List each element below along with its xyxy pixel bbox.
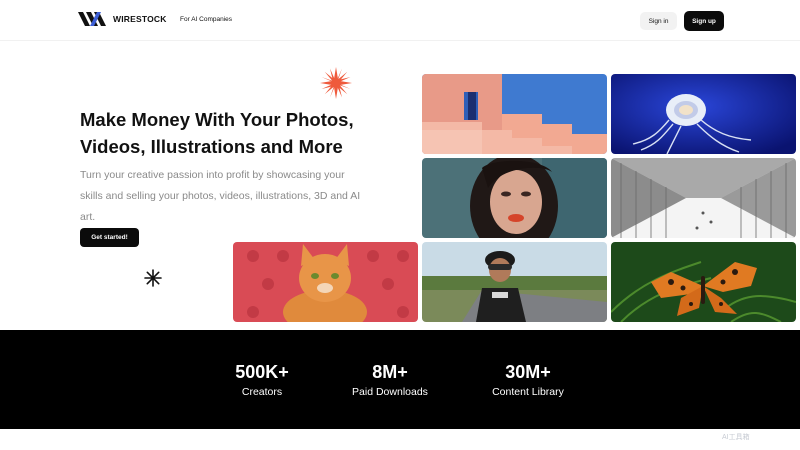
white-tunnel-image [611,158,796,238]
stat-paid-downloads: 8M+ Paid Downloads [340,361,440,399]
hero-title: Make Money With Your Photos, Videos, Ill… [80,109,354,157]
sign-in-button[interactable]: Sign in [640,12,677,30]
stat-creators: 500K+ Creators [222,361,302,399]
woman-portrait-image [422,158,607,238]
stat-value: 30M+ [505,362,551,382]
orange-cat-image [233,242,418,322]
stat-value: 500K+ [235,362,289,382]
asterisk-icon [144,269,162,287]
stat-label: Creators [241,386,283,398]
nav-for-ai-companies[interactable]: For AI Companies [180,16,232,23]
cyclist-image [422,242,607,322]
stat-label: Paid Downloads [352,386,428,398]
pink-architecture-image [422,74,607,154]
starburst-icon [320,67,352,99]
stats-band: 500K+ Creators 8M+ Paid Downloads 30M+ C… [0,330,800,429]
butterfly-image [611,242,796,322]
stat-value: 8M+ [372,362,408,382]
logo-text: WIRESTOCK [113,14,167,24]
stat-content-library: 30M+ Content Library [480,361,576,399]
wirestock-logo-icon [78,12,106,26]
site-header: WIRESTOCK For AI Companies Sign in Sign … [0,0,800,41]
stat-label: Content Library [492,386,564,398]
hero-subtitle: Turn your creative passion into profit b… [80,169,361,223]
jellyfish-image [611,74,796,154]
wirestock-logo[interactable]: WIRESTOCK [78,11,167,27]
watermark: AI工具箱 [722,434,750,441]
get-started-button[interactable]: Get started! [80,228,139,247]
sign-up-button[interactable]: Sign up [684,11,724,31]
